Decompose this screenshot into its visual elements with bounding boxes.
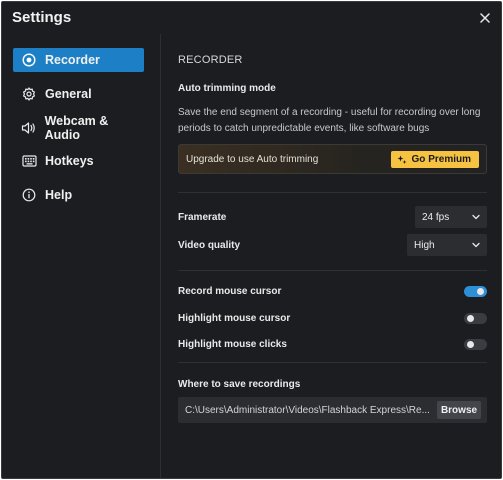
gear-icon — [21, 86, 37, 102]
toggle-knob — [467, 315, 474, 322]
sidebar-item-label: Help — [45, 188, 73, 202]
sidebar-item-label: Recorder — [45, 53, 100, 67]
sidebar-item-label: General — [45, 87, 92, 101]
framerate-label: Framerate — [178, 212, 227, 223]
go-premium-button[interactable]: Go Premium — [390, 151, 479, 168]
record-mouse-cursor-toggle[interactable] — [464, 286, 487, 297]
framerate-value: 24 fps — [422, 211, 450, 223]
sidebar-item-label: Webcam & Audio — [44, 114, 109, 142]
divider — [178, 270, 487, 271]
sidebar-item-general[interactable]: General — [13, 82, 144, 106]
title-bar: Settings — [2, 2, 501, 34]
chevron-down-icon — [472, 214, 480, 220]
window-title: Settings — [12, 9, 72, 26]
info-icon — [21, 187, 37, 203]
upgrade-banner: Upgrade to use Auto trimming Go Premium — [178, 144, 487, 174]
video-quality-value: High — [414, 239, 435, 251]
settings-window: Settings Recorder General Webcam & Audio… — [1, 1, 502, 479]
sidebar: Recorder General Webcam & Audio Hotkeys … — [2, 34, 161, 478]
toggle-knob — [477, 288, 484, 295]
close-icon — [480, 13, 490, 23]
sidebar-item-recorder[interactable]: Recorder — [13, 48, 144, 72]
browse-button[interactable]: Browse — [437, 401, 481, 419]
video-quality-label: Video quality — [178, 240, 241, 251]
chevron-down-icon — [472, 242, 480, 248]
highlight-mouse-cursor-label: Highlight mouse cursor — [178, 313, 291, 324]
upgrade-text: Upgrade to use Auto trimming — [186, 154, 319, 165]
highlight-mouse-clicks-toggle[interactable] — [464, 339, 487, 350]
go-premium-label: Go Premium — [411, 154, 471, 165]
record-icon — [21, 52, 37, 68]
keyboard-icon — [21, 153, 37, 169]
sidebar-item-webcam-audio[interactable]: Webcam & Audio — [13, 114, 144, 142]
auto-trim-label: Auto trimming mode — [178, 83, 276, 94]
framerate-select[interactable]: 24 fps — [415, 206, 487, 228]
sidebar-item-hotkeys[interactable]: Hotkeys — [13, 149, 144, 173]
close-button[interactable] — [473, 6, 497, 30]
video-quality-select[interactable]: High — [407, 234, 487, 256]
section-title: RECORDER — [178, 54, 243, 66]
save-location-label: Where to save recordings — [178, 379, 301, 390]
divider — [178, 362, 487, 363]
speaker-icon — [21, 120, 37, 136]
highlight-mouse-clicks-label: Highlight mouse clicks — [178, 339, 287, 350]
sparkle-icon — [397, 155, 407, 164]
toggle-knob — [467, 341, 474, 348]
auto-trim-description: Save the end segment of a recording - us… — [178, 107, 481, 134]
recorder-settings-panel: RECORDER Auto trimming mode Save the end… — [162, 34, 501, 478]
sidebar-item-help[interactable]: Help — [13, 183, 144, 207]
highlight-mouse-cursor-toggle[interactable] — [464, 313, 487, 324]
divider — [178, 192, 487, 193]
sidebar-item-label: Hotkeys — [45, 154, 94, 168]
record-mouse-cursor-label: Record mouse cursor — [178, 286, 282, 297]
